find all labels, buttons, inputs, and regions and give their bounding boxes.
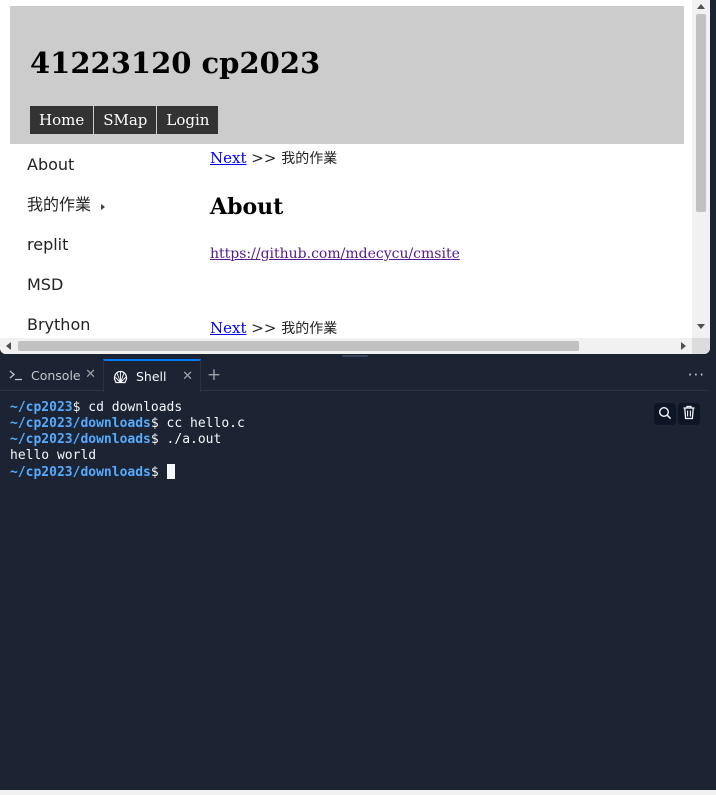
panel-tab-bar: Console ✕ Shell ✕ + ··· xyxy=(0,359,709,392)
page-title: About xyxy=(210,194,284,220)
terminal-line: ~/cp2023$ cd downloads xyxy=(10,400,650,416)
nav-smap-button[interactable]: SMap xyxy=(94,106,158,134)
vertical-scrollbar[interactable] xyxy=(692,0,710,338)
close-icon[interactable]: ✕ xyxy=(85,368,96,382)
console-panel: Console ✕ Shell ✕ + ··· ~/cp2023$ cd dow… xyxy=(0,359,709,786)
scroll-right-arrow-icon[interactable] xyxy=(681,342,686,350)
top-nav: Home SMap Login xyxy=(30,106,220,134)
terminal-output[interactable]: ~/cp2023$ cd downloads ~/cp2023/download… xyxy=(10,400,650,480)
trash-icon xyxy=(682,405,696,424)
sidebar-item-replit[interactable]: replit xyxy=(27,230,197,270)
sidebar-item-about[interactable]: About xyxy=(27,150,197,190)
horizontal-scroll-thumb[interactable] xyxy=(18,341,579,351)
terminal-line: ~/cp2023/downloads$ xyxy=(10,464,650,480)
prompt-path: ~/cp2023/downloads xyxy=(10,465,151,480)
command-text: ./a.out xyxy=(166,432,222,447)
site-title: 41223120 cp2023 xyxy=(30,46,321,80)
page-content: Next >> 我的作業 About https://github.com/md… xyxy=(210,148,680,337)
window-bottom-edge xyxy=(0,790,716,795)
terminal-prompt-icon xyxy=(9,369,23,381)
prompt-symbol: $ xyxy=(150,432,167,447)
breadcrumb-current: 我的作業 xyxy=(281,321,338,337)
prompt-symbol: $ xyxy=(150,416,167,431)
sidebar-item-msd[interactable]: MSD xyxy=(27,270,197,310)
next-link[interactable]: Next xyxy=(210,319,247,337)
scroll-left-arrow-icon[interactable] xyxy=(6,342,11,350)
tab-shell[interactable]: Shell ✕ xyxy=(103,359,201,392)
sidebar-item-label: MSD xyxy=(27,275,64,294)
horizontal-scrollbar[interactable] xyxy=(0,338,692,354)
sidebar-item-label: replit xyxy=(27,235,69,254)
prompt-symbol: $ xyxy=(150,465,167,480)
clear-terminal-button[interactable] xyxy=(678,403,700,425)
scrollbar-corner xyxy=(692,338,710,354)
command-text: cd downloads xyxy=(88,400,183,415)
sidebar-item-label: Brython xyxy=(27,315,91,334)
sidebar-item-label: About xyxy=(27,155,75,174)
breadcrumb-separator: >> xyxy=(251,319,277,337)
add-tab-button[interactable]: + xyxy=(205,365,223,385)
close-icon[interactable]: ✕ xyxy=(182,370,193,384)
terminal-line: ~/cp2023/downloads$ cc hello.c xyxy=(10,416,650,432)
breadcrumb-current: 我的作業 xyxy=(281,151,338,167)
pane-resize-handle[interactable] xyxy=(342,355,368,357)
nav-home-button[interactable]: Home xyxy=(30,106,95,134)
sidebar-item-homework[interactable]: 我的作業 xyxy=(27,190,197,230)
scroll-up-arrow-icon[interactable] xyxy=(697,4,705,9)
site-header: 41223120 cp2023 Home SMap Login xyxy=(10,6,684,144)
program-output: hello world xyxy=(10,448,97,463)
nav-login-button[interactable]: Login xyxy=(157,106,220,134)
terminal-line: hello world xyxy=(10,448,650,464)
terminal-line: ~/cp2023/downloads$ ./a.out xyxy=(10,432,650,448)
next-link[interactable]: Next xyxy=(210,149,247,167)
terminal-cursor xyxy=(166,464,175,479)
submenu-arrow-icon xyxy=(101,204,106,210)
web-preview: 41223120 cp2023 Home SMap Login About 我的… xyxy=(0,0,710,354)
breadcrumb-bottom: Next >> 我的作業 xyxy=(210,318,337,338)
search-icon xyxy=(658,405,672,424)
search-terminal-button[interactable] xyxy=(654,403,676,425)
tab-label: Console xyxy=(31,367,81,383)
tab-label: Shell xyxy=(136,369,167,384)
vertical-scroll-thumb[interactable] xyxy=(696,14,706,212)
prompt-path: ~/cp2023 xyxy=(10,400,73,415)
more-options-button[interactable]: ··· xyxy=(688,365,705,385)
shell-icon xyxy=(113,370,128,384)
sidebar-menu: About 我的作業 replit MSD Brython xyxy=(27,150,197,350)
breadcrumb-top: Next >> 我的作業 xyxy=(210,148,680,168)
breadcrumb-separator: >> xyxy=(251,149,277,167)
prompt-path: ~/cp2023/downloads xyxy=(10,416,151,431)
github-repo-link[interactable]: https://github.com/mdecycu/cmsite xyxy=(210,246,460,262)
sidebar-item-label: 我的作業 xyxy=(27,195,92,214)
tab-console[interactable]: Console ✕ xyxy=(0,359,103,391)
scroll-down-arrow-icon[interactable] xyxy=(697,324,705,329)
prompt-symbol: $ xyxy=(72,400,89,415)
prompt-path: ~/cp2023/downloads xyxy=(10,432,151,447)
command-text: cc hello.c xyxy=(166,416,245,431)
